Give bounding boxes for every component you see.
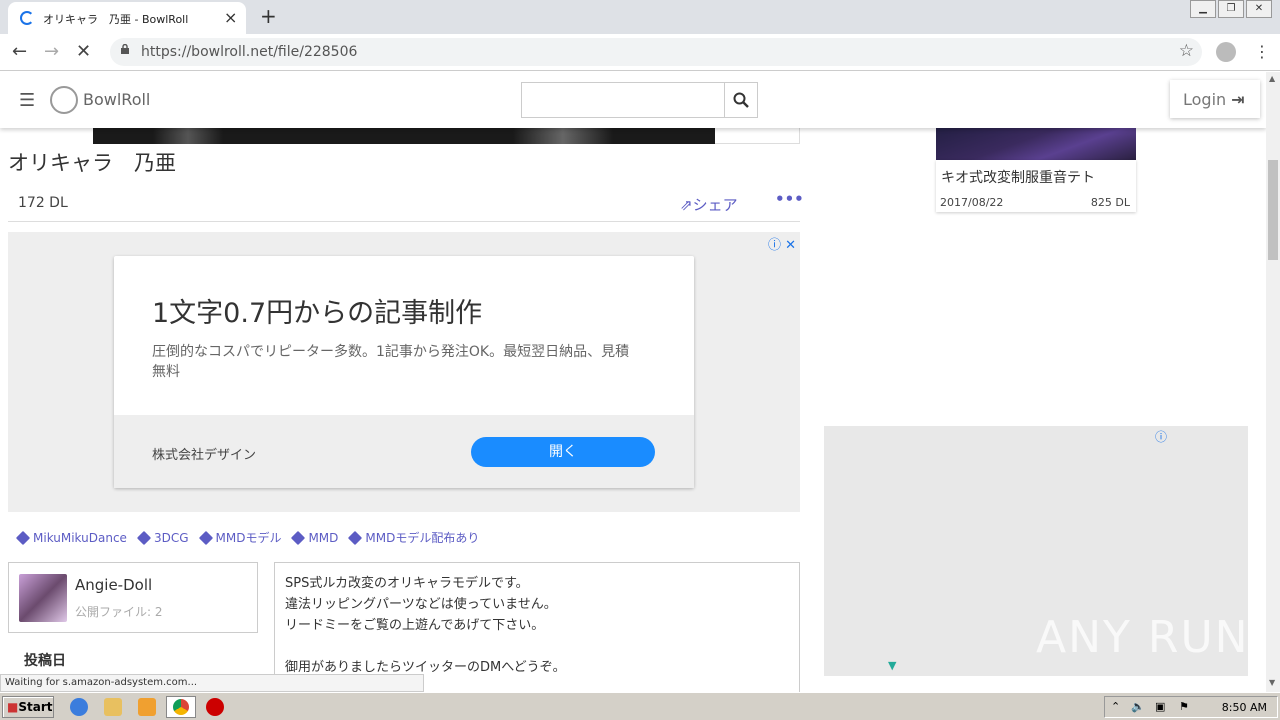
chrome-menu-icon[interactable]: ⋮ xyxy=(1254,42,1270,61)
ad-open-button[interactable]: 開く xyxy=(471,437,655,467)
more-options-button[interactable]: ••• xyxy=(775,190,804,208)
ad-banner[interactable]: ⓘ ✕ 1文字0.7円からの記事制作 圧倒的なコスパでリピーター多数。1記事から… xyxy=(8,232,800,512)
tag-item[interactable]: MMDモデル xyxy=(198,529,281,546)
ad-description: 圧倒的なコスパでリピーター多数。1記事から発注OK。最短翌日納品、見積無料 xyxy=(152,344,630,380)
tag-list: MikuMikuDance 3DCG MMDモデル MMD MMDモデル配布あり xyxy=(15,529,479,546)
tag-icon xyxy=(348,530,363,545)
url-text: https://bowlroll.net/file/228506 xyxy=(141,44,358,60)
anyrun-watermark: ANY RUN xyxy=(1036,612,1250,663)
description-line: SPS式ルカ改変のオリキャラモデルです。 xyxy=(285,576,529,591)
tag-icon xyxy=(198,530,213,545)
login-button[interactable]: Login ⇥ xyxy=(1170,80,1260,118)
description-line: 違法リッピングパーツなどは使っていません。 xyxy=(285,597,557,612)
description-line xyxy=(285,636,789,657)
start-button[interactable]: ■Start xyxy=(2,696,54,718)
divider xyxy=(8,221,800,222)
author-card[interactable]: Angie-Doll 公開ファイル: 2 xyxy=(8,562,258,633)
browser-toolbar: ← → ✕ https://bowlroll.net/file/228506 ☆… xyxy=(0,34,1280,71)
explorer-folder-icon[interactable] xyxy=(104,698,122,716)
sign-in-icon: ⇥ xyxy=(1231,90,1245,109)
site-logo-text[interactable]: BowlRoll xyxy=(83,90,150,109)
tag-item[interactable]: 3DCG xyxy=(136,529,189,546)
tag-icon xyxy=(15,530,31,545)
chrome-icon xyxy=(173,699,189,715)
taskbar: ■Start ⌃ 🔈 ▣ ⚑ 8:50 AM xyxy=(0,692,1280,720)
posted-date-label: 投稿日 xyxy=(24,653,66,669)
system-tray: ⌃ 🔈 ▣ ⚑ 8:50 AM xyxy=(1104,696,1278,718)
browser-tab[interactable]: オリキャラ 乃亜 - BowlRoll × xyxy=(8,2,246,34)
search-input[interactable] xyxy=(521,82,725,118)
related-file-downloads: 825 DL xyxy=(1090,196,1130,209)
download-count: 172 DL xyxy=(18,195,68,211)
new-tab-button[interactable]: + xyxy=(260,4,277,28)
description-line: リードミーをご覧の上遊んであげて下さい。 xyxy=(285,618,545,633)
profile-avatar-icon[interactable] xyxy=(1216,42,1236,62)
tab-strip: オリキャラ 乃亜 - BowlRoll × + ▁ ❐ ✕ xyxy=(0,0,1280,34)
ad-headline[interactable]: 1文字0.7円からの記事制作 xyxy=(152,291,482,330)
tab-title: オリキャラ 乃亜 - BowlRoll xyxy=(43,13,189,26)
tag-item[interactable]: MMD xyxy=(291,529,338,546)
opera-icon[interactable] xyxy=(206,698,224,716)
media-player-icon[interactable] xyxy=(138,698,156,716)
share-icon: ⇗ xyxy=(680,196,693,214)
author-file-count: 公開ファイル: 2 xyxy=(75,605,163,619)
network-icon[interactable]: ▣ xyxy=(1155,700,1165,713)
ad-card[interactable]: 1文字0.7円からの記事制作 圧倒的なコスパでリピーター多数。1記事から発注OK… xyxy=(114,256,694,488)
bookmark-star-icon[interactable]: ☆ xyxy=(1179,41,1194,61)
status-bar: Waiting for s.amazon-adsystem.com... xyxy=(0,674,424,692)
related-file-card[interactable]: キオ式改変制服重音テト 2017/08/22 825 DL xyxy=(936,160,1136,212)
search-icon xyxy=(733,92,749,108)
forward-icon[interactable]: → xyxy=(44,41,59,62)
clock: 8:50 AM xyxy=(1221,701,1267,714)
windows-logo-icon: ■ xyxy=(7,700,19,714)
ie-icon[interactable] xyxy=(70,698,88,716)
site-header: ☰ BowlRoll Login ⇥ xyxy=(0,72,1266,128)
file-title: オリキャラ 乃亜 xyxy=(8,151,176,175)
loading-spinner-icon xyxy=(20,11,34,25)
minimize-button[interactable]: ▁ xyxy=(1190,0,1216,18)
scroll-up-icon[interactable]: ▲ xyxy=(1269,74,1275,83)
ad-advertiser: 株式会社デザイン xyxy=(152,448,257,463)
start-label: Start xyxy=(18,700,53,714)
tag-item[interactable]: MikuMikuDance xyxy=(15,529,127,546)
bowlroll-logo-icon[interactable] xyxy=(50,86,78,114)
lock-icon xyxy=(121,44,129,54)
ad-marker-icon: ▼ xyxy=(888,659,897,672)
stop-icon[interactable]: ✕ xyxy=(76,41,91,62)
hamburger-menu-icon[interactable]: ☰ xyxy=(19,90,35,111)
scrollbar-thumb[interactable] xyxy=(1268,160,1278,260)
file-description: SPS式ルカ改変のオリキャラモデルです。 違法リッピングパーツなどは使っていませ… xyxy=(274,562,800,692)
close-window-button[interactable]: ✕ xyxy=(1246,0,1272,18)
back-icon[interactable]: ← xyxy=(12,41,27,62)
tag-icon xyxy=(136,530,152,545)
avatar[interactable] xyxy=(19,574,67,622)
chrome-taskbar-button[interactable] xyxy=(166,696,196,718)
login-label: Login xyxy=(1183,90,1227,109)
related-file-title[interactable]: キオ式改変制服重音テト xyxy=(941,167,1095,187)
page-scrollbar[interactable]: ▲ ▼ xyxy=(1266,72,1280,692)
volume-icon[interactable]: 🔈 xyxy=(1131,700,1145,713)
share-button[interactable]: ⇗シェア xyxy=(680,194,738,215)
adchoices-icon[interactable]: ⓘ ✕ xyxy=(768,234,796,253)
search-button[interactable] xyxy=(724,82,758,118)
ad-footer: 株式会社デザイン 開く xyxy=(114,415,694,488)
preview-frame xyxy=(715,128,800,144)
page-viewport: ☰ BowlRoll Login ⇥ オリキャラ 乃亜 172 DL ⇗シェア … xyxy=(0,72,1266,692)
flag-icon[interactable]: ⚑ xyxy=(1179,700,1189,713)
restore-button[interactable]: ❐ xyxy=(1218,0,1244,18)
tag-icon xyxy=(291,530,306,545)
file-preview-image xyxy=(93,128,715,144)
tray-expand-icon[interactable]: ⌃ xyxy=(1111,700,1120,713)
address-bar[interactable]: https://bowlroll.net/file/228506 ☆ xyxy=(110,38,1202,66)
window-controls: ▁ ❐ ✕ xyxy=(1188,0,1272,18)
author-name[interactable]: Angie-Doll xyxy=(75,576,152,594)
related-file-date: 2017/08/22 xyxy=(940,196,1004,209)
adchoices-icon[interactable]: ⓘ xyxy=(1155,428,1167,445)
tab-close-button[interactable]: × xyxy=(224,8,237,27)
scroll-down-icon[interactable]: ▼ xyxy=(1269,678,1275,687)
tag-item[interactable]: MMDモデル配布あり xyxy=(348,529,479,546)
share-label: シェア xyxy=(692,196,738,214)
